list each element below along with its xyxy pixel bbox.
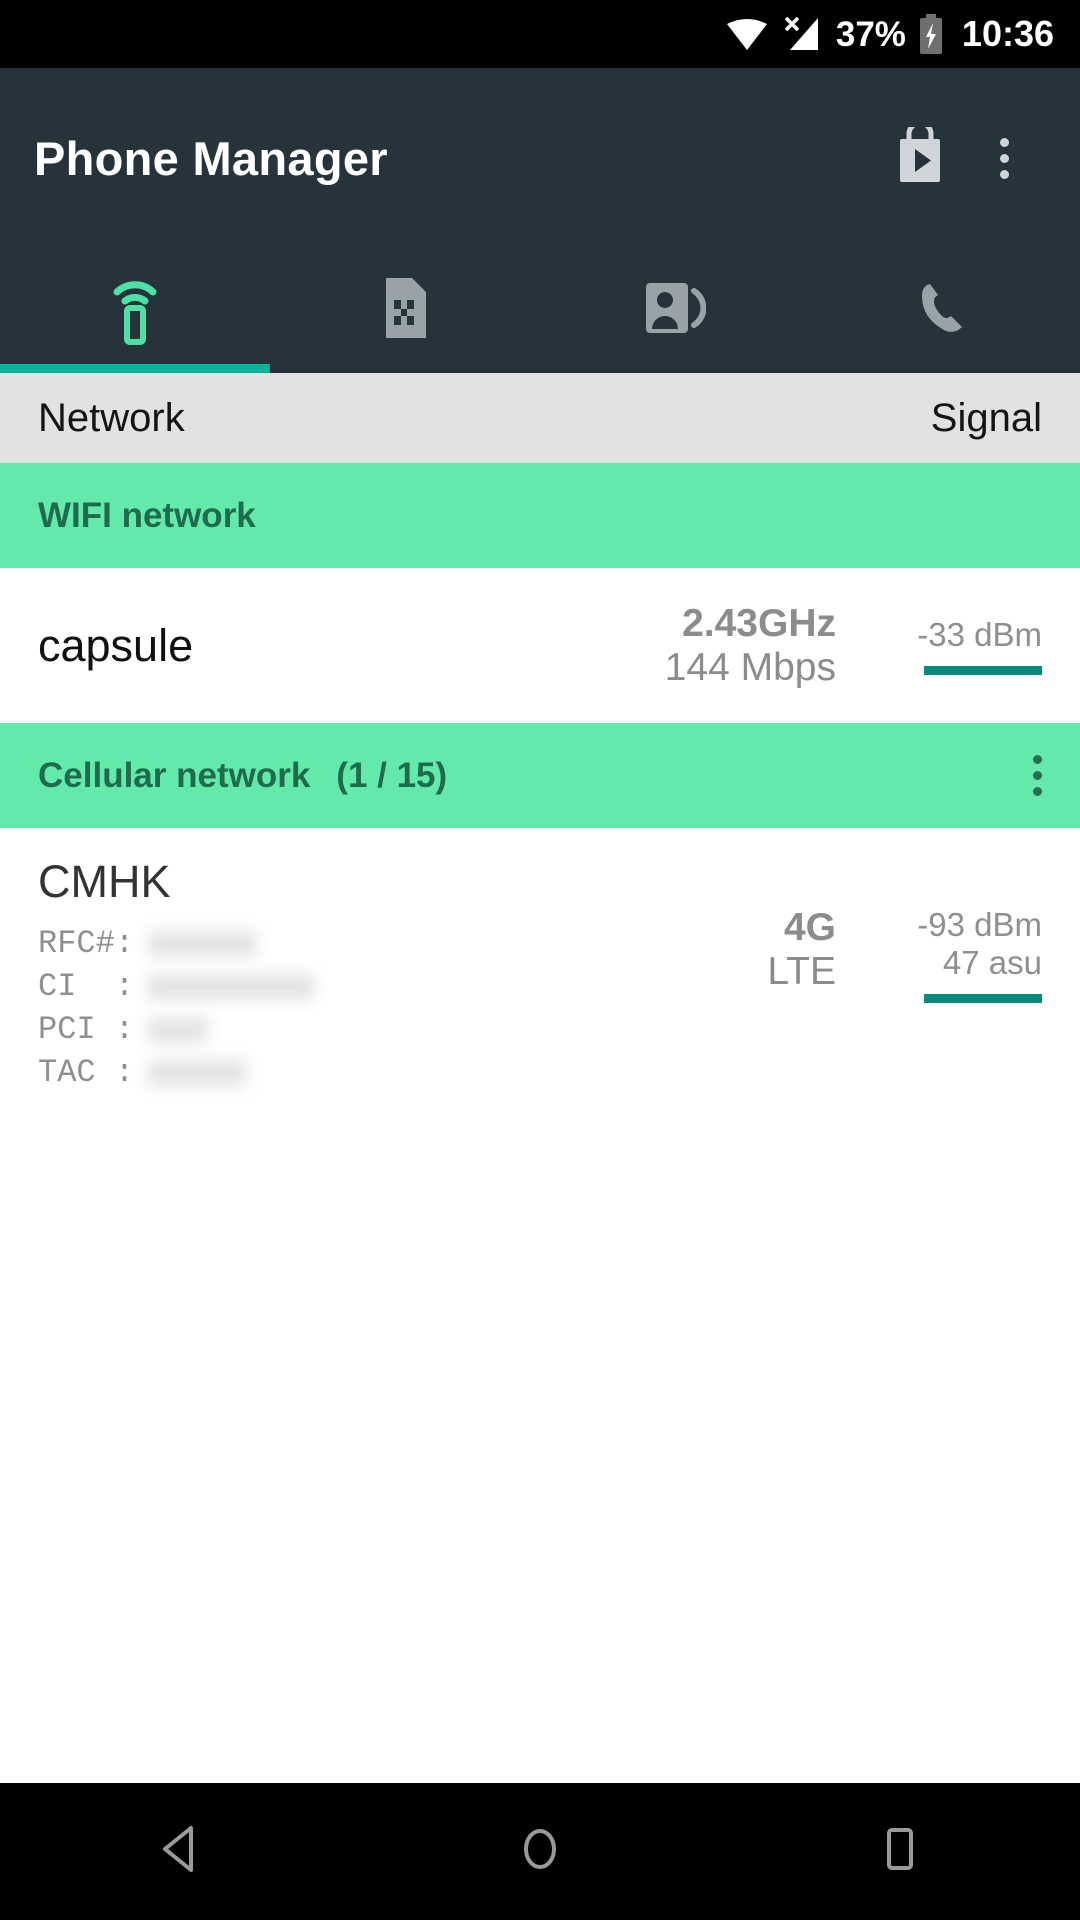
wifi-ssid-label: capsule bbox=[38, 619, 194, 671]
section-header-cellular: Cellular network (1 / 15) bbox=[0, 723, 1080, 828]
wifi-network-row[interactable]: capsule 2.43GHz 144 Mbps -33 dBm bbox=[0, 568, 1080, 723]
cellular-field-label: CI : bbox=[38, 968, 135, 1006]
cellular-operator-label: CMHK bbox=[38, 856, 171, 907]
page-title: Phone Manager bbox=[34, 131, 388, 185]
cellular-signal-bar bbox=[924, 993, 1042, 1003]
cellular-signal-area: 4G LTE -93 dBm 47 asu bbox=[767, 854, 1042, 1094]
wifi-dbm-label: -33 dBm bbox=[917, 616, 1042, 654]
wifi-signal-bar bbox=[924, 665, 1042, 675]
tab-sim-card[interactable] bbox=[270, 248, 540, 373]
tab-wifi-signal[interactable] bbox=[0, 248, 270, 373]
cellular-info: CMHK RFC#: CI : PCI : TAC : bbox=[38, 854, 767, 1094]
play-store-bag-icon bbox=[893, 120, 947, 190]
phone-wifi-signal-icon bbox=[105, 270, 165, 351]
section-count-cellular: (1 / 15) bbox=[336, 755, 448, 795]
cellular-field-label: PCI : bbox=[38, 1011, 135, 1049]
column-header: Network Signal bbox=[0, 373, 1080, 463]
cellular-field-list: RFC#: CI : PCI : TAC : bbox=[38, 922, 767, 1094]
section-header-wifi: WIFI network bbox=[0, 463, 1080, 568]
wifi-frequency-label: 2.43GHz bbox=[682, 601, 836, 645]
wifi-stats: 2.43GHz 144 Mbps bbox=[665, 602, 836, 689]
cellular-signal-block: -93 dBm 47 asu bbox=[882, 906, 1042, 1003]
overflow-menu-icon bbox=[999, 137, 1009, 179]
empty-list-area bbox=[0, 1124, 1080, 1765]
phone-call-icon bbox=[917, 279, 973, 342]
cellular-overflow-menu-button[interactable] bbox=[1033, 755, 1042, 796]
back-triangle-icon bbox=[157, 1824, 203, 1879]
home-button[interactable] bbox=[465, 1783, 615, 1920]
battery-percent-label: 37% bbox=[835, 14, 906, 54]
tab-active-indicator bbox=[0, 364, 270, 373]
contacts-icon bbox=[644, 281, 707, 340]
cellular-signal-no-service-icon bbox=[780, 16, 824, 52]
cellular-generation-label: 4G bbox=[783, 906, 836, 949]
wifi-icon bbox=[726, 17, 768, 51]
cellular-dbm-label: -93 dBm bbox=[917, 906, 1042, 943]
recents-button[interactable] bbox=[825, 1783, 975, 1920]
back-button[interactable] bbox=[105, 1783, 255, 1920]
sim-card-icon bbox=[378, 276, 432, 345]
column-header-signal: Signal bbox=[930, 395, 1042, 440]
home-circle-icon bbox=[517, 1824, 563, 1879]
overflow-menu-button[interactable] bbox=[962, 116, 1046, 200]
cellular-field-row: PCI : bbox=[38, 1008, 767, 1051]
cellular-field-label: RFC#: bbox=[38, 925, 135, 963]
android-navigation-bar bbox=[0, 1783, 1080, 1920]
wifi-signal-block: -33 dBm bbox=[882, 616, 1042, 675]
cellular-field-value-redacted bbox=[148, 973, 315, 1000]
cellular-asu-label: 47 asu bbox=[942, 943, 1042, 981]
cellular-technology-label: LTE bbox=[767, 949, 836, 993]
phone-screen: 37% 10:36 Phone Manager Network Signal W… bbox=[0, 0, 1080, 1920]
recents-square-icon bbox=[877, 1824, 923, 1879]
cellular-tech: 4G LTE bbox=[767, 906, 836, 993]
section-title-cellular: Cellular network bbox=[38, 755, 311, 795]
cellular-field-value-redacted bbox=[148, 1059, 247, 1086]
cellular-field-row: RFC#: bbox=[38, 922, 767, 965]
clock-label: 10:36 bbox=[961, 13, 1054, 54]
column-header-network: Network bbox=[38, 395, 185, 440]
battery-charging-icon bbox=[918, 14, 944, 54]
tab-phone-call[interactable] bbox=[810, 248, 1080, 373]
cellular-network-row[interactable]: CMHK RFC#: CI : PCI : TAC : 4G LTE -93 d… bbox=[0, 828, 1080, 1125]
wifi-speed-label: 144 Mbps bbox=[664, 645, 836, 689]
tab-contacts[interactable] bbox=[540, 248, 810, 373]
section-title-wifi: WIFI network bbox=[38, 495, 256, 535]
cellular-field-label: TAC : bbox=[38, 1054, 135, 1092]
play-store-button[interactable] bbox=[878, 116, 962, 200]
cellular-field-row: TAC : bbox=[38, 1051, 767, 1094]
status-bar: 37% 10:36 bbox=[0, 0, 1080, 68]
app-bar: Phone Manager bbox=[0, 68, 1080, 248]
tab-bar bbox=[0, 248, 1080, 373]
cellular-field-value-redacted bbox=[148, 1016, 209, 1043]
cellular-field-value-redacted bbox=[148, 930, 257, 957]
cellular-field-row: CI : bbox=[38, 965, 767, 1008]
